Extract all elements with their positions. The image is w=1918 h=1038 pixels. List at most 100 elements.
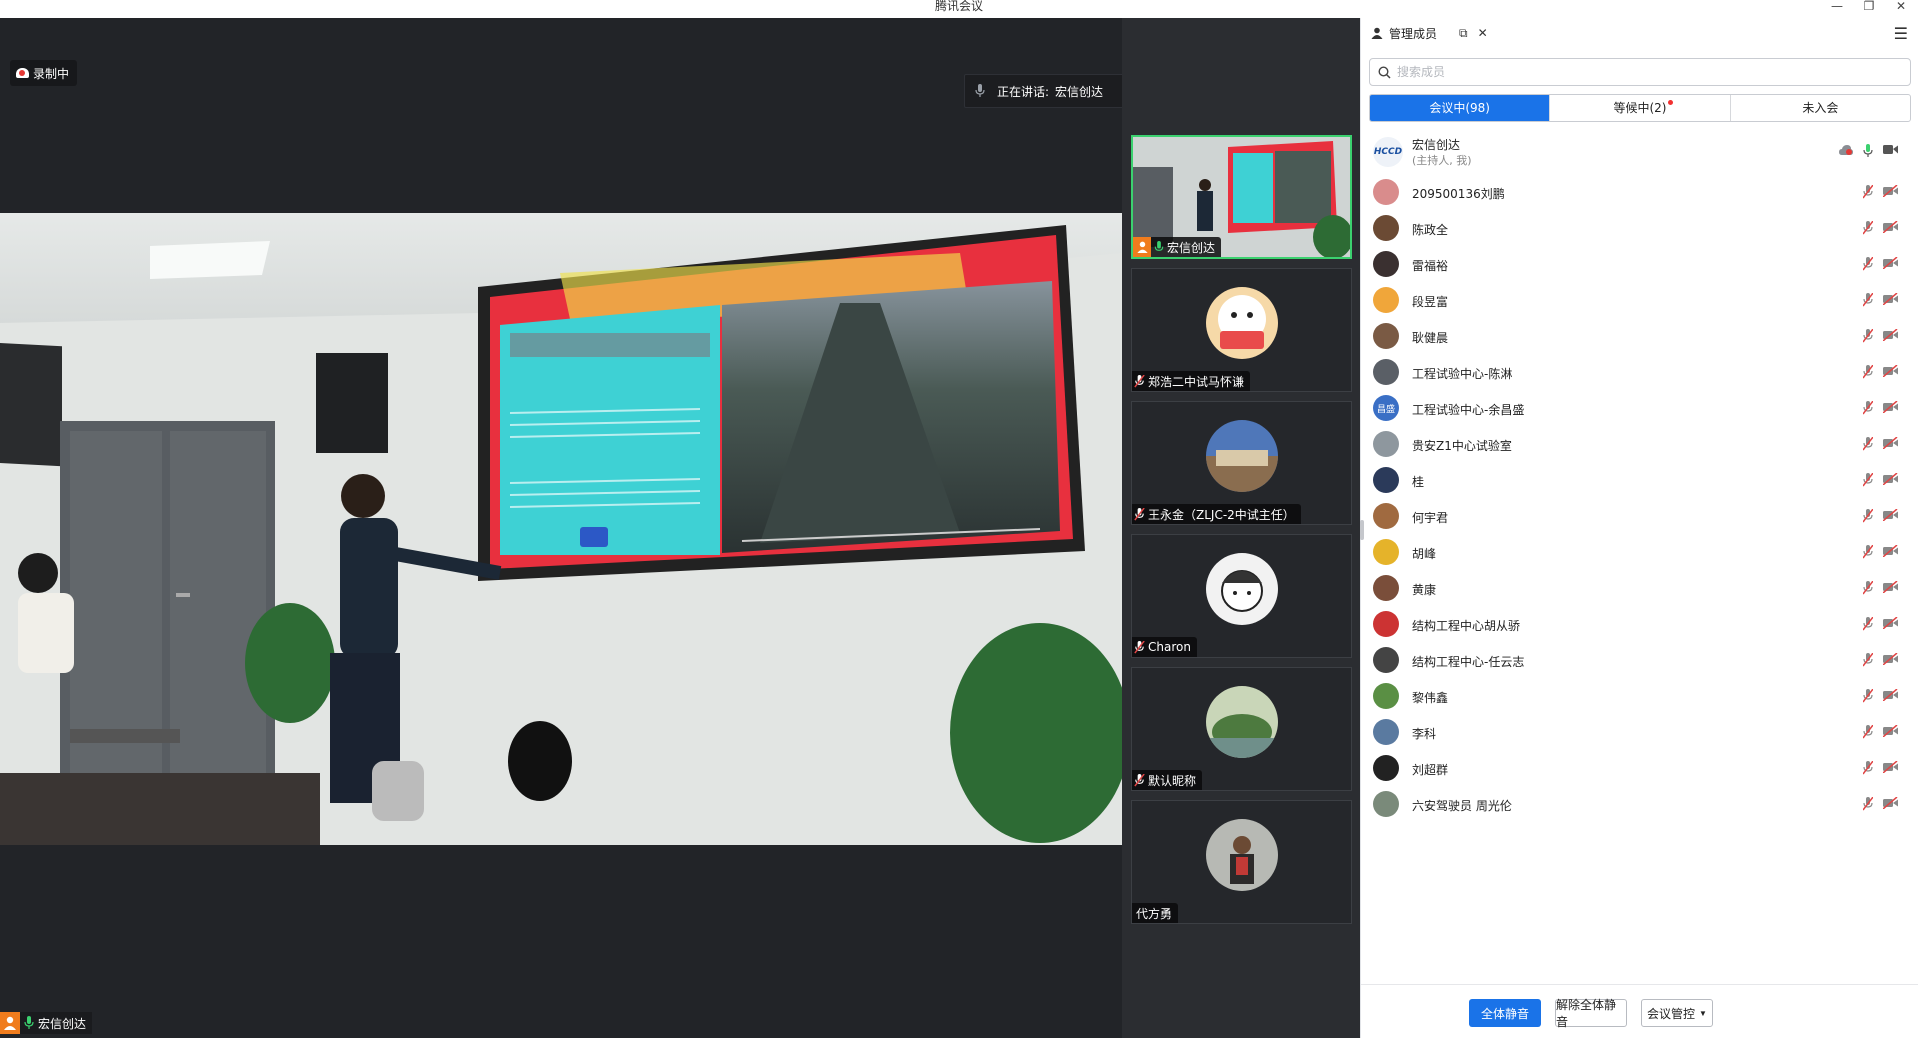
mic-muted-icon[interactable] bbox=[1863, 221, 1873, 235]
unmute-all-button[interactable]: 解除全体静音 bbox=[1555, 998, 1627, 1029]
member-row-host[interactable]: HCCD 宏信创达 (主持人, 我) bbox=[1361, 130, 1918, 174]
member-row[interactable]: 结构工程中心-任云志 bbox=[1361, 642, 1918, 678]
member-row[interactable]: 结构工程中心胡从骄 bbox=[1361, 606, 1918, 642]
main-video[interactable] bbox=[0, 213, 1122, 845]
member-row[interactable]: 黄康 bbox=[1361, 570, 1918, 606]
cloud-record-icon bbox=[1839, 145, 1853, 155]
camera-off-icon[interactable] bbox=[1883, 725, 1898, 737]
member-row[interactable]: 陈政全 bbox=[1361, 210, 1918, 246]
member-row[interactable]: 工程试验中心-陈淋 bbox=[1361, 354, 1918, 390]
member-name: 何宇君 bbox=[1412, 511, 1449, 525]
member-name: 段昱富 bbox=[1412, 295, 1449, 309]
camera-off-icon[interactable] bbox=[1883, 221, 1898, 233]
mic-muted-icon[interactable] bbox=[1863, 797, 1873, 811]
camera-off-icon[interactable] bbox=[1883, 329, 1898, 341]
popout-icon[interactable]: ⧉ bbox=[1459, 26, 1468, 41]
camera-off-icon[interactable] bbox=[1883, 293, 1898, 305]
mute-all-button[interactable]: 全体静音 bbox=[1469, 999, 1541, 1027]
member-row[interactable]: 李科 bbox=[1361, 714, 1918, 750]
search-box[interactable] bbox=[1369, 58, 1911, 86]
mic-muted-icon[interactable] bbox=[1863, 473, 1873, 487]
camera-off-icon[interactable] bbox=[1883, 401, 1898, 413]
members-panel: 管理成员 ⧉ ✕ ☰ 会议中(98) 等候中(2) 未入会 HCCD 宏信创达 … bbox=[1360, 18, 1918, 1038]
member-row[interactable]: 六安驾驶员 周光伦 bbox=[1361, 786, 1918, 822]
member-row[interactable]: 耿健晨 bbox=[1361, 318, 1918, 354]
thumbnail-tile[interactable]: 宏信创达 bbox=[1131, 135, 1352, 259]
avatar bbox=[1373, 431, 1399, 457]
avatar bbox=[1373, 755, 1399, 781]
camera-off-icon[interactable] bbox=[1883, 761, 1898, 773]
mic-muted-icon[interactable] bbox=[1863, 401, 1873, 415]
camera-off-icon[interactable] bbox=[1883, 437, 1898, 449]
member-row[interactable]: 209500136刘鹏 bbox=[1361, 174, 1918, 210]
camera-off-icon[interactable] bbox=[1883, 689, 1898, 701]
member-row[interactable]: 贵安Z1中心试验室 bbox=[1361, 426, 1918, 462]
camera-off-icon[interactable] bbox=[1883, 617, 1898, 629]
camera-off-icon[interactable] bbox=[1883, 257, 1898, 269]
camera-off-icon[interactable] bbox=[1883, 365, 1898, 377]
minimize-icon[interactable]: — bbox=[1824, 0, 1850, 14]
mic-active-icon bbox=[1863, 144, 1873, 157]
member-status-icons bbox=[1863, 617, 1898, 631]
meeting-control-label: 会议管控 bbox=[1647, 1006, 1696, 1021]
thumbnail-tile[interactable]: Charon bbox=[1131, 534, 1352, 658]
thumbnail-tile[interactable]: 王永金（ZLJC-2中试主任） bbox=[1131, 401, 1352, 525]
mic-muted-icon[interactable] bbox=[1863, 653, 1873, 667]
member-row[interactable]: 胡峰 bbox=[1361, 534, 1918, 570]
panel-footer: 全体静音 解除全体静音 会议管控 ▼ bbox=[1361, 984, 1918, 1038]
menu-icon[interactable]: ☰ bbox=[1894, 24, 1908, 43]
tab-not-joined[interactable]: 未入会 bbox=[1731, 95, 1910, 121]
avatar bbox=[1373, 467, 1399, 493]
camera-off-icon[interactable] bbox=[1883, 545, 1898, 557]
camera-off-icon[interactable] bbox=[1883, 653, 1898, 665]
member-row[interactable]: 黎伟鑫 bbox=[1361, 678, 1918, 714]
mic-muted-icon[interactable] bbox=[1863, 725, 1873, 739]
member-role: (主持人, 我) bbox=[1412, 154, 1472, 167]
member-status-icons bbox=[1863, 329, 1898, 343]
member-status-icons bbox=[1863, 293, 1898, 307]
mic-muted-icon[interactable] bbox=[1863, 545, 1873, 559]
mic-muted-icon[interactable] bbox=[1863, 365, 1873, 379]
member-list: HCCD 宏信创达 (主持人, 我) 209500136刘鹏 陈政全 雷福裕段昱富耿… bbox=[1361, 130, 1918, 1000]
thumbnail-tile[interactable]: 代方勇 bbox=[1131, 800, 1352, 924]
mic-muted-icon[interactable] bbox=[1863, 581, 1873, 595]
mic-muted-icon[interactable] bbox=[1863, 329, 1873, 343]
camera-off-icon[interactable] bbox=[1883, 185, 1898, 197]
camera-off-icon[interactable] bbox=[1883, 581, 1898, 593]
mic-muted-icon[interactable] bbox=[1863, 257, 1873, 271]
camera-off-icon[interactable] bbox=[1883, 509, 1898, 521]
member-name: 工程试验中心-余昌盛 bbox=[1412, 403, 1525, 417]
panel-resize-handle[interactable] bbox=[1360, 520, 1364, 540]
close-icon[interactable]: ✕ bbox=[1888, 0, 1914, 14]
member-row[interactable]: 何宇君 bbox=[1361, 498, 1918, 534]
close-icon[interactable]: ✕ bbox=[1478, 26, 1488, 41]
thumbnail-tile[interactable]: 默认昵称 bbox=[1131, 667, 1352, 791]
mic-muted-icon[interactable] bbox=[1863, 185, 1873, 199]
recording-badge[interactable]: 录制中 bbox=[10, 60, 78, 86]
mic-muted-icon[interactable] bbox=[1863, 437, 1873, 451]
member-row[interactable]: 段昱富 bbox=[1361, 282, 1918, 318]
avatar bbox=[1373, 323, 1399, 349]
member-status-icons bbox=[1863, 581, 1898, 595]
mic-muted-icon[interactable] bbox=[1863, 509, 1873, 523]
panel-title: 管理成员 bbox=[1389, 26, 1438, 41]
mic-muted-icon[interactable] bbox=[1863, 293, 1873, 307]
member-row[interactable]: 桂 bbox=[1361, 462, 1918, 498]
camera-icon bbox=[1883, 145, 1898, 154]
mic-muted-icon[interactable] bbox=[1863, 761, 1873, 775]
mic-muted-icon[interactable] bbox=[1863, 617, 1873, 631]
member-row[interactable]: 刘超群 bbox=[1361, 750, 1918, 786]
member-row[interactable]: 雷福裕 bbox=[1361, 246, 1918, 282]
member-status-icons bbox=[1863, 437, 1898, 451]
thumbnail-tile[interactable]: 郑浩二中试马怀谦 bbox=[1131, 268, 1352, 392]
restore-icon[interactable]: ❐ bbox=[1856, 0, 1882, 14]
camera-off-icon[interactable] bbox=[1883, 473, 1898, 485]
tab-in-meeting[interactable]: 会议中(98) bbox=[1370, 95, 1551, 121]
tab-waiting[interactable]: 等候中(2) bbox=[1550, 95, 1731, 121]
meeting-control-button[interactable]: 会议管控 ▼ bbox=[1641, 999, 1713, 1027]
search-input[interactable] bbox=[1397, 65, 1877, 79]
member-row[interactable]: 昌盛 工程试验中心-余昌盛 bbox=[1361, 390, 1918, 426]
mic-muted-icon[interactable] bbox=[1863, 689, 1873, 703]
avatar-text: 昌盛 bbox=[1376, 404, 1395, 415]
camera-off-icon[interactable] bbox=[1883, 797, 1898, 809]
